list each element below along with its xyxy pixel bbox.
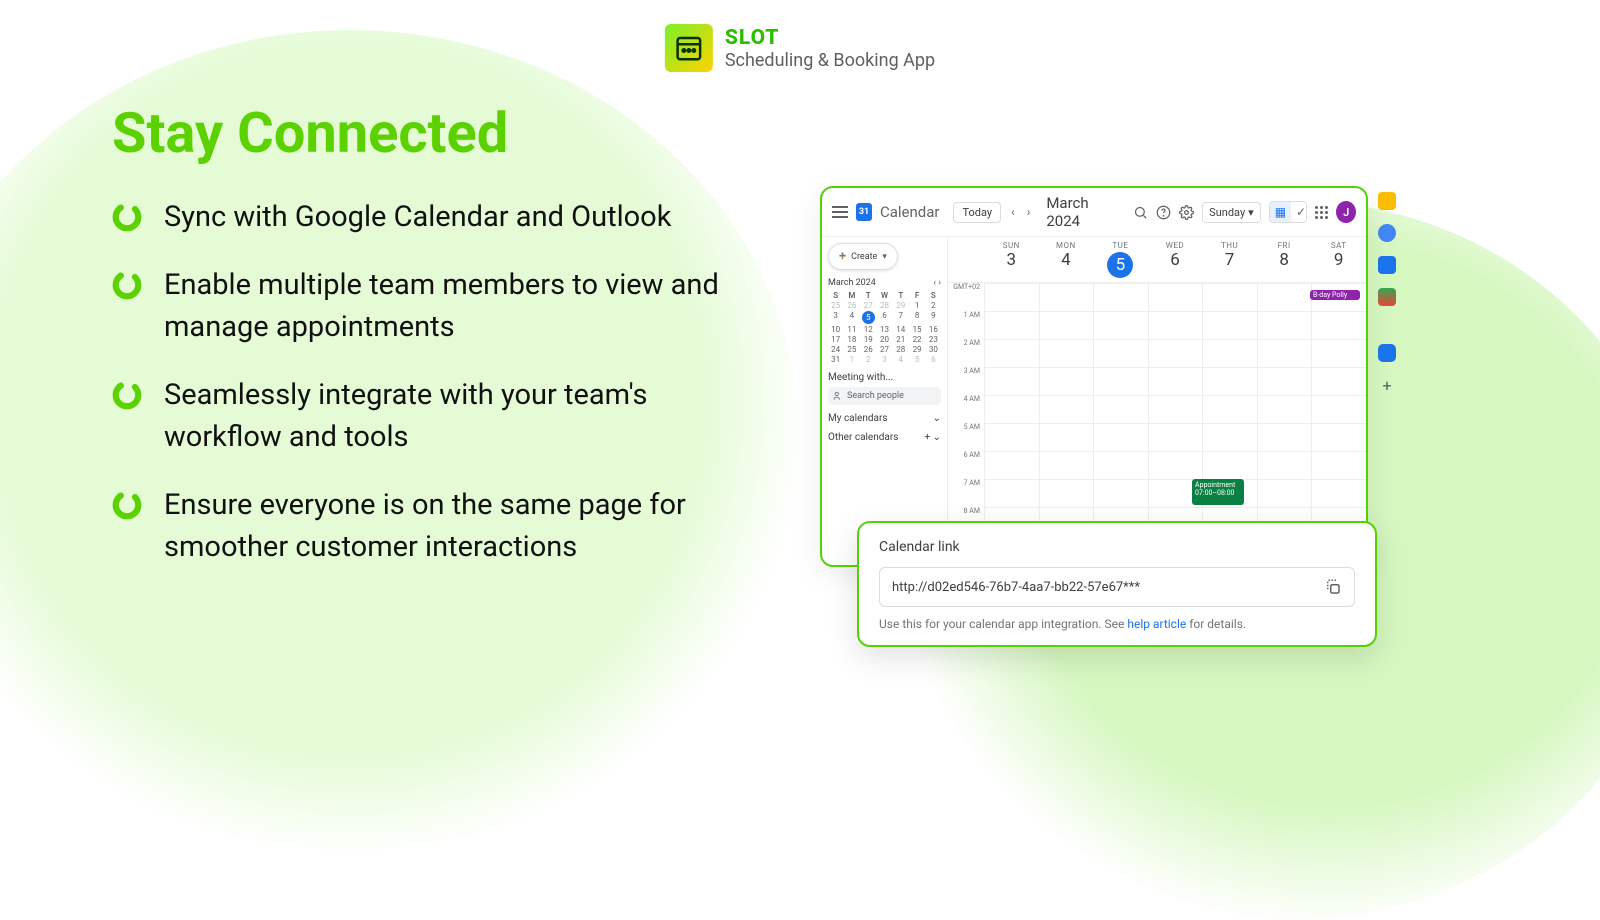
popup-title: Calendar link xyxy=(879,539,1355,555)
day-column-header[interactable]: SUN3 xyxy=(984,237,1039,282)
gear-icon[interactable] xyxy=(1179,205,1194,220)
plus-icon: + xyxy=(839,249,846,264)
bullet-item: Ensure everyone is on the same page for … xyxy=(112,484,752,568)
calendar-view-icon[interactable]: ▦ xyxy=(1270,202,1291,222)
calendar-logo-icon xyxy=(856,203,872,221)
bullet-item: Enable multiple team members to view and… xyxy=(112,264,752,348)
search-people-input[interactable]: Search people xyxy=(828,387,941,405)
apps-icon[interactable] xyxy=(1315,206,1328,219)
brand-icon xyxy=(665,24,713,72)
next-button[interactable]: › xyxy=(1025,205,1033,219)
bullet-list: Sync with Google Calendar and Outlook Ena… xyxy=(112,196,752,568)
avatar[interactable]: J xyxy=(1336,201,1356,223)
view-mode-select[interactable]: Sunday▾ xyxy=(1202,202,1261,223)
bullet-icon xyxy=(112,202,142,232)
calendar-link-popup: Calendar link http://d02ed546-76b7-4aa7-… xyxy=(857,521,1377,647)
day-column-header[interactable]: THU7 xyxy=(1202,237,1257,282)
calendar-app-title: Calendar xyxy=(880,203,940,221)
day-column-header[interactable]: SAT9 xyxy=(1311,237,1366,282)
maps-addon-icon[interactable] xyxy=(1378,288,1396,306)
hero-title: Stay Connected xyxy=(112,100,752,166)
today-button[interactable]: Today xyxy=(953,202,1001,223)
copy-icon[interactable] xyxy=(1324,578,1342,596)
mini-nav[interactable]: ‹ › xyxy=(933,278,941,288)
bullet-icon xyxy=(112,490,142,520)
bullet-icon xyxy=(112,270,142,300)
tasks-view-icon[interactable]: ✓ xyxy=(1291,202,1307,222)
add-addon-icon[interactable]: + xyxy=(1378,376,1396,394)
day-column-header[interactable]: TUE5 xyxy=(1093,237,1148,282)
create-button[interactable]: + Create ▾ xyxy=(828,243,898,270)
brand-subtitle: Scheduling & Booking App xyxy=(725,50,935,71)
calendar-link-value: http://d02ed546-76b7-4aa7-bb22-57e67*** xyxy=(892,580,1140,595)
calendar-card: Calendar Today ‹ › March 2024 Sunday▾ ▦ … xyxy=(820,186,1368,567)
view-toggle[interactable]: ▦ ✓ xyxy=(1269,201,1308,223)
calendar-link-field[interactable]: http://d02ed546-76b7-4aa7-bb22-57e67*** xyxy=(879,567,1355,607)
calendar-toolbar: Calendar Today ‹ › March 2024 Sunday▾ ▦ … xyxy=(822,188,1366,237)
bullet-icon xyxy=(112,380,142,410)
prev-button[interactable]: ‹ xyxy=(1009,205,1017,219)
meet-addon-icon[interactable] xyxy=(1378,344,1396,362)
day-header-row: SUN3MON4TUE5WED6THU7FRI8SAT9 xyxy=(948,237,1366,283)
help-icon[interactable] xyxy=(1156,205,1171,220)
brand-name: SLOT xyxy=(725,26,935,50)
calendar-sidebar: + Create ▾ March 2024 ‹ › SMTWTFS2526272… xyxy=(822,237,948,565)
right-addon-rail: + xyxy=(1372,192,1402,394)
contacts-addon-icon[interactable] xyxy=(1378,256,1396,274)
calendar-main: SUN3MON4TUE5WED6THU7FRI8SAT9 GMT+021 AM2… xyxy=(948,237,1366,565)
meeting-with-label: Meeting with... xyxy=(828,372,941,383)
tasks-addon-icon[interactable] xyxy=(1378,224,1396,242)
month-label: March 2024 xyxy=(1046,194,1117,230)
bullet-item: Sync with Google Calendar and Outlook xyxy=(112,196,752,238)
help-article-link[interactable]: help article xyxy=(1127,617,1186,631)
day-column-header[interactable]: WED6 xyxy=(1148,237,1203,282)
allday-event[interactable]: B-day Polly xyxy=(1310,290,1360,300)
day-column-header[interactable]: FRI8 xyxy=(1257,237,1312,282)
search-icon[interactable] xyxy=(1133,205,1148,220)
day-column-header[interactable]: MON4 xyxy=(1039,237,1094,282)
other-calendars-toggle[interactable]: Other calendars+ ⌄ xyxy=(828,432,941,443)
my-calendars-toggle[interactable]: My calendars⌄ xyxy=(828,413,941,424)
mini-month-label: March 2024 xyxy=(828,278,876,288)
calendar-event[interactable]: Appointment 07:00–08:00 xyxy=(1192,479,1244,505)
menu-icon[interactable] xyxy=(832,206,848,218)
keep-addon-icon[interactable] xyxy=(1378,192,1396,210)
popup-hint: Use this for your calendar app integrati… xyxy=(879,617,1355,631)
mini-calendar[interactable]: SMTWTFS252627282912345678910111213141516… xyxy=(828,291,941,364)
hero-section: Stay Connected Sync with Google Calendar… xyxy=(112,100,752,594)
bullet-item: Seamlessly integrate with your team's wo… xyxy=(112,374,752,458)
brand-header: SLOT Scheduling & Booking App xyxy=(665,24,935,72)
calendar-preview: Calendar Today ‹ › March 2024 Sunday▾ ▦ … xyxy=(820,186,1368,567)
